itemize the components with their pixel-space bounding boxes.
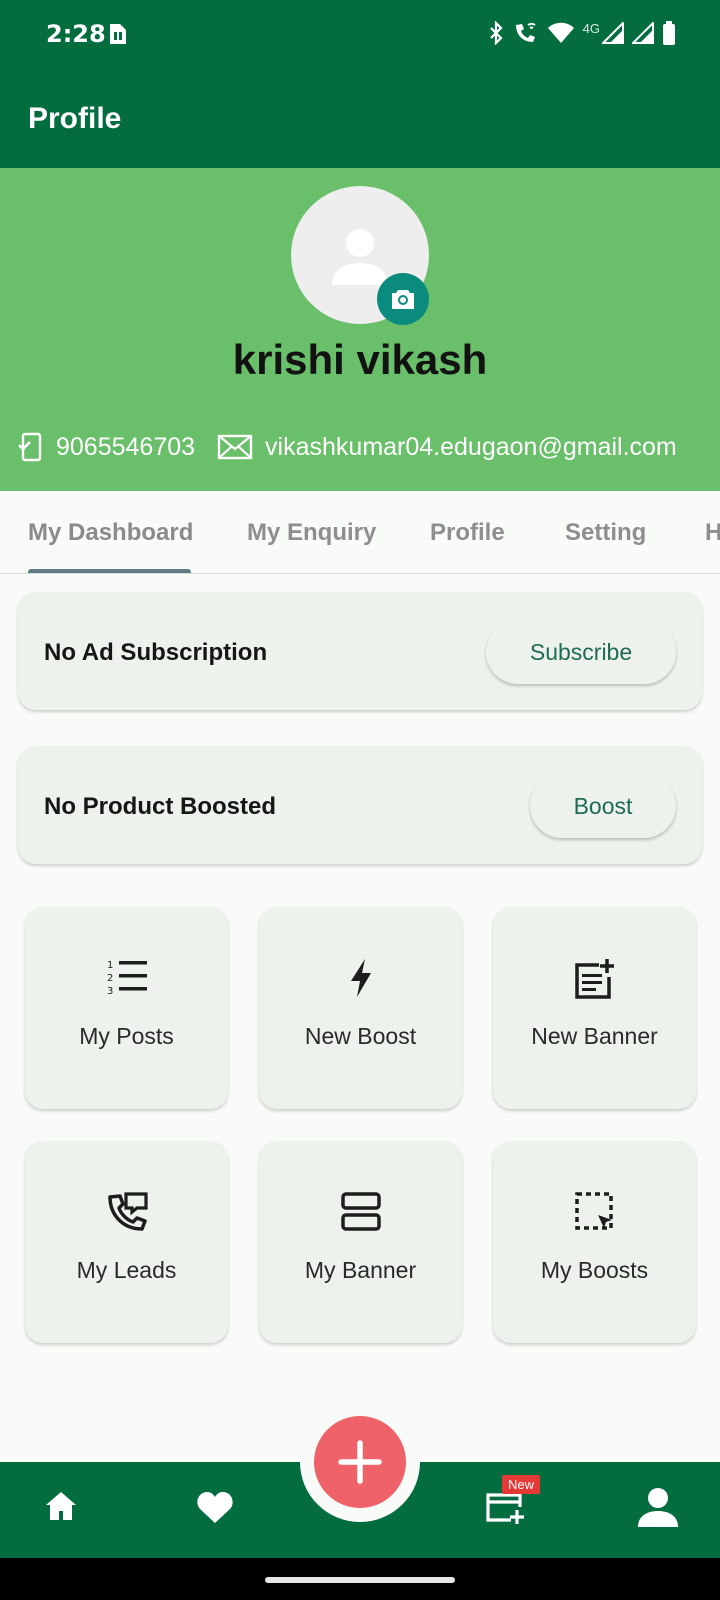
- selection-pointer-icon: [574, 1192, 613, 1230]
- tab-profile[interactable]: Profile: [430, 519, 505, 547]
- nav-home-button[interactable]: [44, 1490, 78, 1522]
- app-bar: Profile: [0, 72, 720, 168]
- add-icon: [338, 1440, 382, 1484]
- sim-card-icon: [106, 22, 128, 51]
- tab-indicator: [28, 569, 191, 573]
- tab-my-dashboard[interactable]: My Dashboard: [28, 519, 193, 547]
- phone-message-icon: [107, 1192, 148, 1231]
- stacked-panels-icon: [340, 1192, 381, 1231]
- new-badge: New: [502, 1475, 541, 1494]
- tile-label: My Leads: [76, 1257, 177, 1283]
- tile-my-boosts[interactable]: My Boosts: [493, 1141, 696, 1343]
- subscription-card: No Ad Subscription Subscribe: [18, 592, 702, 710]
- lightning-icon: [350, 959, 371, 997]
- tile-label: My Posts: [79, 1023, 174, 1049]
- tab-setting[interactable]: Setting: [565, 519, 646, 547]
- contact-info: 9065546703 vikashkumar04.edugaon@gmail.c…: [18, 432, 677, 462]
- tile-new-boost[interactable]: New Boost: [259, 907, 462, 1109]
- camera-icon: [392, 290, 414, 309]
- boost-card: No Product Boosted Boost: [18, 746, 702, 864]
- tile-my-banner[interactable]: My Banner: [259, 1141, 462, 1343]
- status-bar: 2:28 4G: [0, 0, 720, 72]
- mail-icon: [217, 434, 253, 460]
- tile-label: My Boosts: [540, 1257, 649, 1283]
- signal-icon-2: [632, 22, 654, 44]
- svg-text:2: 2: [107, 973, 113, 984]
- home-icon: [46, 1492, 76, 1520]
- add-calendar-icon: [486, 1493, 524, 1524]
- wifi-icon: [547, 22, 575, 44]
- battery-icon: [662, 20, 676, 46]
- account-icon: [638, 1488, 678, 1527]
- tile-label: My Banner: [304, 1257, 417, 1283]
- post-add-icon: [574, 959, 614, 999]
- tab-my-enquiry[interactable]: My Enquiry: [247, 519, 376, 547]
- status-time: 2:28: [46, 20, 106, 48]
- email-address: vikashkumar04.edugaon@gmail.com: [265, 432, 677, 461]
- svg-text:1: 1: [107, 960, 113, 971]
- boost-button[interactable]: Boost: [530, 774, 676, 838]
- wifi-calling-icon: [513, 21, 539, 45]
- subscribe-button[interactable]: Subscribe: [486, 620, 676, 684]
- phone-check-icon: [18, 432, 44, 462]
- tile-my-posts[interactable]: 1 2 3 My Posts: [25, 907, 228, 1109]
- subscription-status: No Ad Subscription: [44, 639, 268, 666]
- phone-number: 9065546703: [56, 432, 196, 461]
- tile-label: New Banner: [531, 1023, 658, 1049]
- nav-favorites-button[interactable]: [196, 1490, 234, 1524]
- person-icon: [332, 229, 388, 285]
- tab-bar: My Dashboard My Enquiry Profile Setting …: [0, 491, 720, 574]
- network-type-label: 4G: [582, 20, 600, 36]
- tile-label: New Boost: [304, 1023, 417, 1049]
- profile-header: krishi vikash 9065546703 vikashkumar04.e…: [0, 168, 720, 491]
- nav-account-button[interactable]: [636, 1487, 680, 1527]
- status-icons: 4G: [487, 20, 676, 46]
- bluetooth-icon: [487, 21, 505, 45]
- nav-add-calendar-button[interactable]: [485, 1490, 525, 1524]
- signal-icon: [602, 22, 624, 44]
- boost-status: No Product Boosted: [44, 793, 276, 820]
- tile-my-leads[interactable]: My Leads: [25, 1141, 228, 1343]
- user-name: krishi vikash: [232, 336, 488, 383]
- change-photo-button[interactable]: [377, 273, 429, 325]
- svg-text:3: 3: [107, 986, 113, 997]
- favorite-icon: [197, 1492, 233, 1523]
- add-post-button[interactable]: [314, 1416, 406, 1508]
- home-gesture-handle[interactable]: [265, 1577, 455, 1583]
- page-title: Profile: [28, 102, 122, 135]
- numbered-list-icon: 1 2 3: [107, 960, 147, 997]
- tile-new-banner[interactable]: New Banner: [493, 907, 696, 1109]
- tab-more[interactable]: H: [705, 519, 720, 547]
